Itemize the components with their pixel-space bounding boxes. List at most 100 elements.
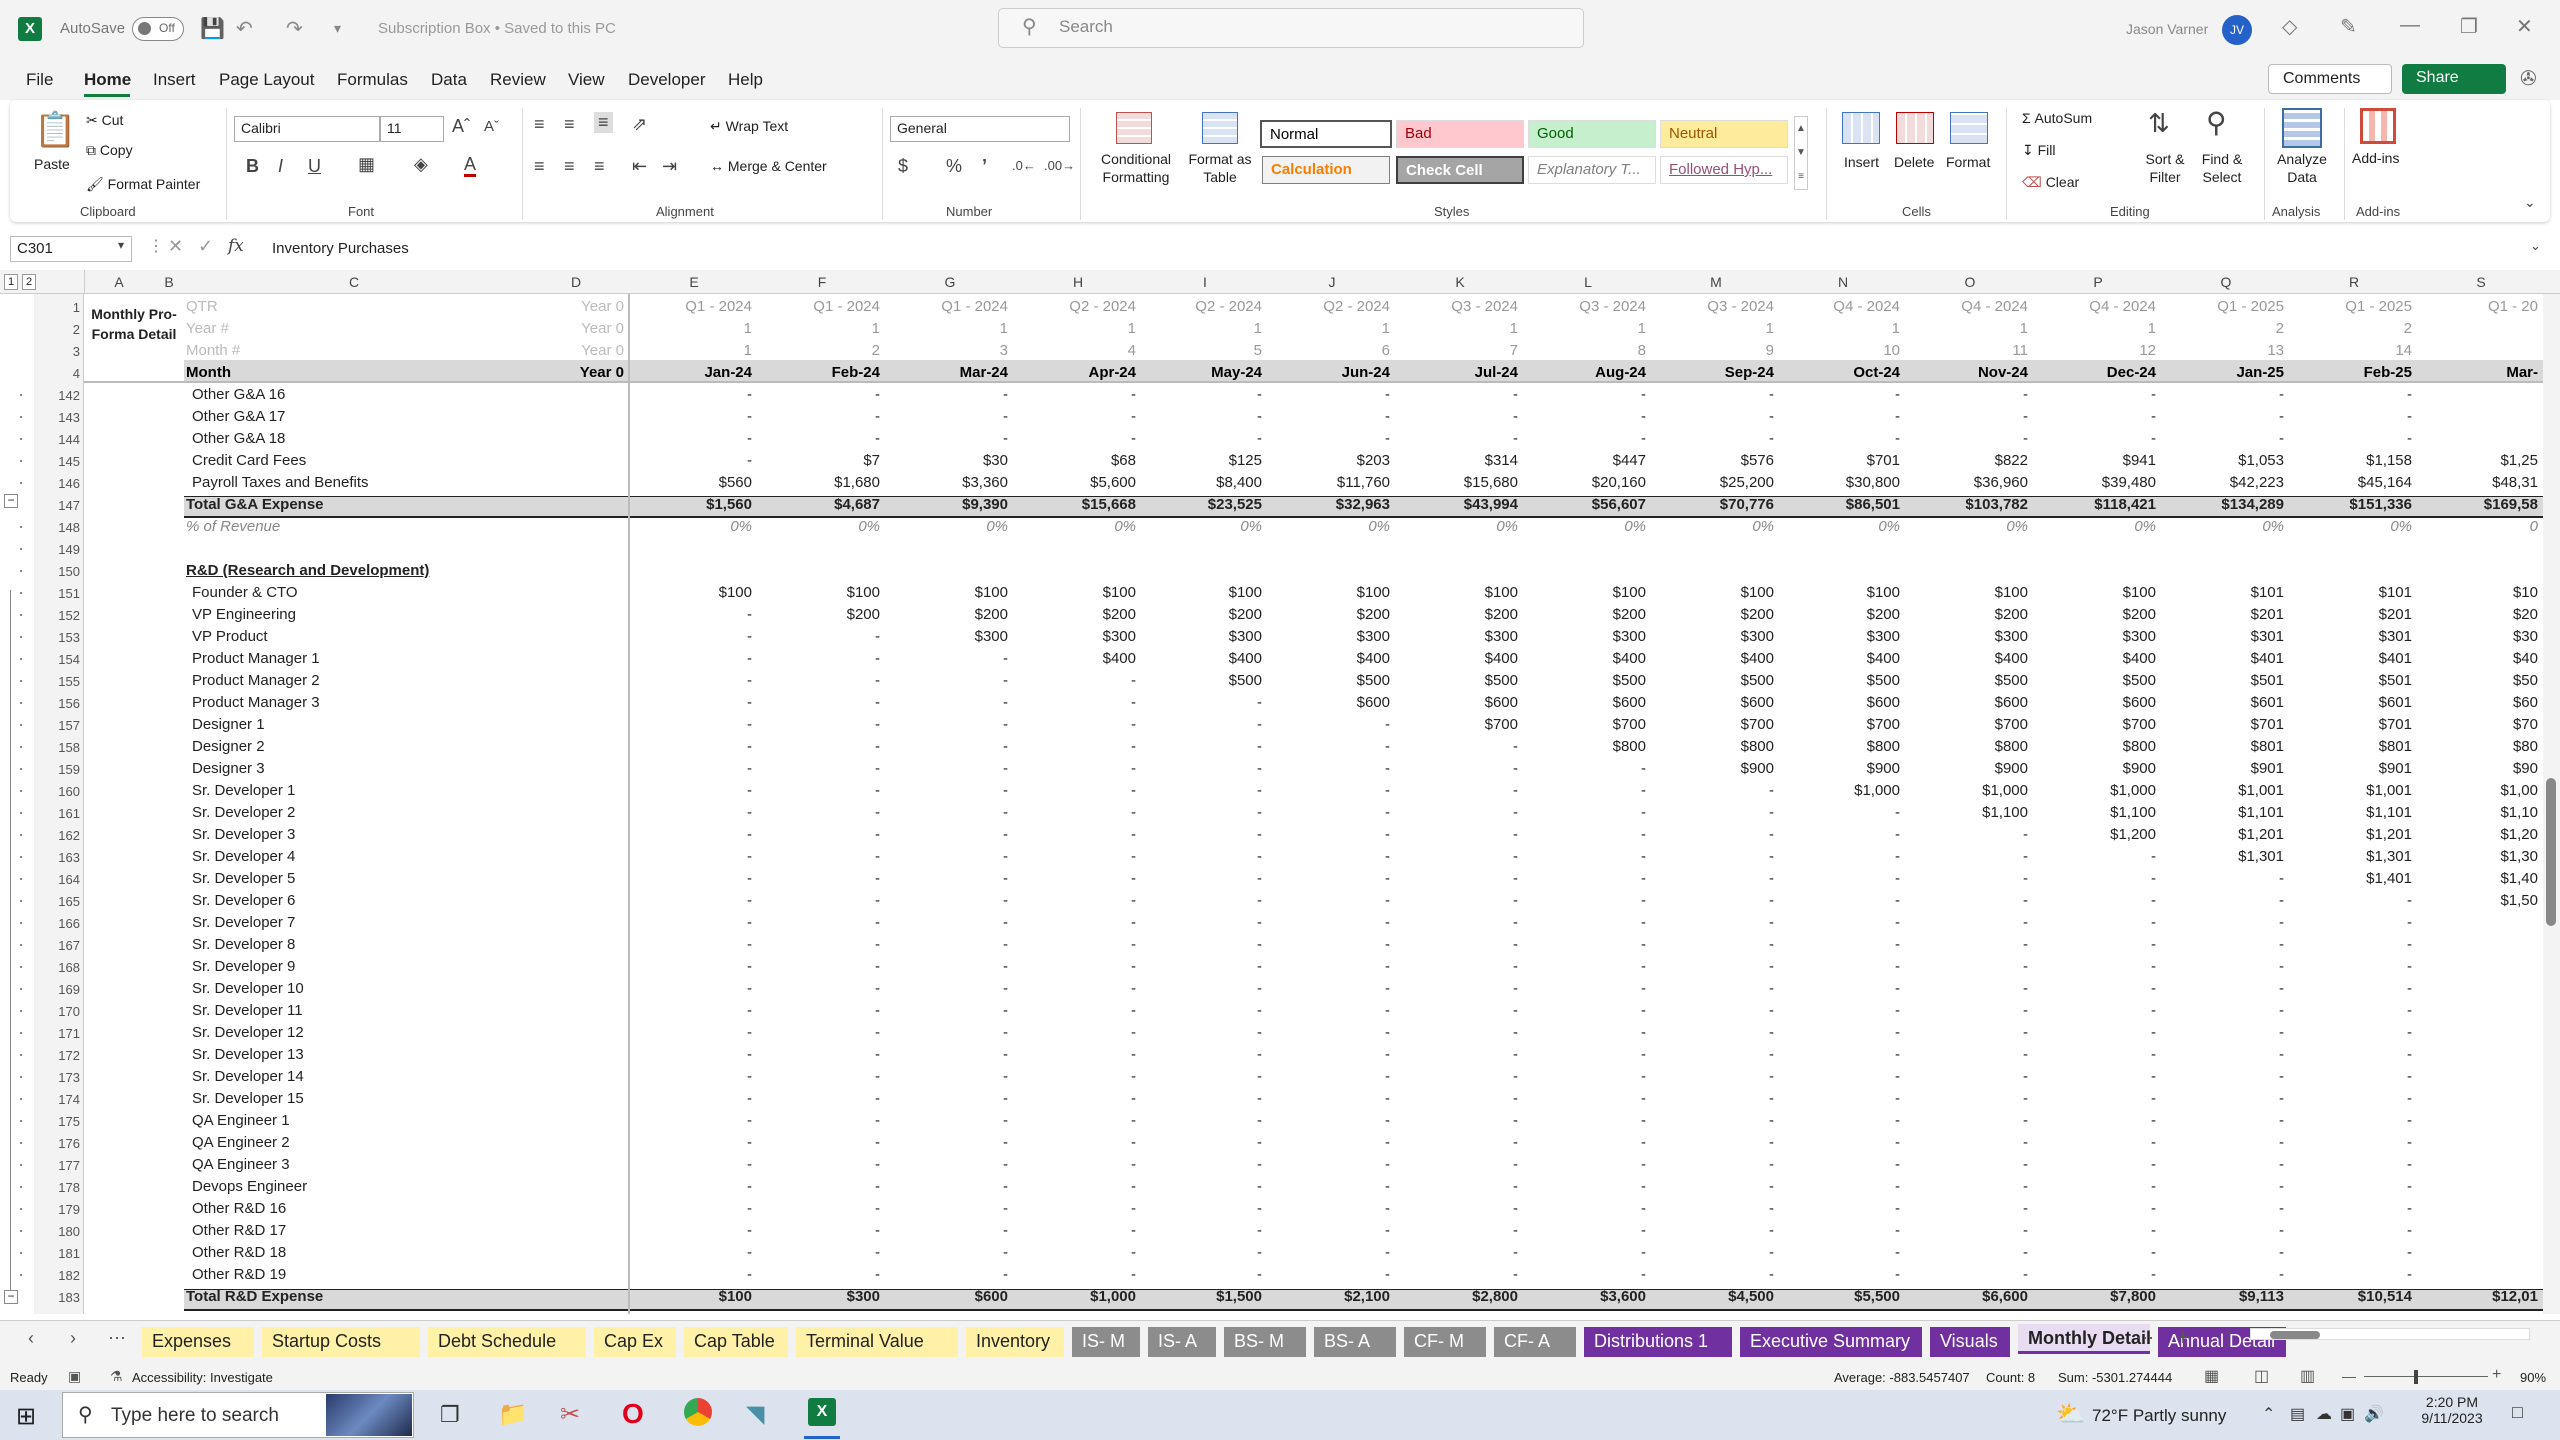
tab-home[interactable]: Home	[84, 70, 131, 90]
data-cell[interactable]: $300	[2034, 626, 2156, 648]
data-cell[interactable]: $500	[1396, 670, 1518, 692]
data-cell[interactable]: -	[758, 912, 880, 934]
data-cell[interactable]: $200	[1014, 604, 1136, 626]
notifications-icon[interactable]: □	[2512, 1402, 2523, 1423]
total-cell[interactable]: $3,600	[1524, 1286, 1646, 1308]
data-cell[interactable]: $300	[1014, 626, 1136, 648]
data-cell[interactable]: -	[1014, 406, 1136, 428]
data-cell[interactable]: $1,000	[2034, 780, 2156, 802]
fill-button[interactable]: ↧ Fill	[2022, 142, 2056, 159]
data-cell[interactable]: $601	[2290, 692, 2412, 714]
column-header-r[interactable]: R	[2290, 274, 2418, 290]
data-cell[interactable]: -	[1524, 824, 1646, 846]
data-cell[interactable]: -	[886, 1154, 1008, 1176]
data-cell[interactable]: -	[2290, 912, 2412, 934]
data-cell[interactable]: -	[2290, 1176, 2412, 1198]
taskbar-clock[interactable]: 2:20 PM 9/11/2023	[2414, 1394, 2490, 1426]
data-cell[interactable]: -	[1906, 868, 2028, 890]
data-cell[interactable]: $700	[1524, 714, 1646, 736]
data-cell[interactable]: $301	[2290, 626, 2412, 648]
format-cells-icon[interactable]	[1950, 112, 1988, 144]
next-sheet-icon[interactable]: ›	[70, 1328, 76, 1349]
more-sheets-icon[interactable]: ⋯	[108, 1328, 126, 1349]
row-number[interactable]: 178	[34, 1180, 80, 1195]
data-cell[interactable]: 0%	[1396, 516, 1518, 538]
data-cell[interactable]: -	[1268, 406, 1390, 428]
total-cell[interactable]: $6,600	[1906, 1286, 2028, 1308]
row-label[interactable]: Product Manager 3	[192, 692, 320, 714]
new-sheet-icon[interactable]: +	[2176, 1324, 2190, 1352]
data-cell[interactable]: -	[1652, 1044, 1774, 1066]
data-cell[interactable]: -	[1780, 868, 1900, 890]
data-cell[interactable]: -	[1524, 890, 1646, 912]
data-cell[interactable]: $39,480	[2034, 472, 2156, 494]
total-cell[interactable]: $103,782	[1906, 494, 2028, 516]
data-cell[interactable]: -	[1396, 1000, 1518, 1022]
data-cell[interactable]: -	[1396, 1154, 1518, 1176]
data-cell[interactable]: -	[1142, 736, 1262, 758]
data-cell[interactable]: -	[1652, 868, 1774, 890]
row-label[interactable]: Other R&D 16	[192, 1198, 286, 1220]
data-cell[interactable]: $1,000	[1906, 780, 2028, 802]
data-cell[interactable]: -	[2290, 406, 2412, 428]
data-cell[interactable]: $400	[1524, 648, 1646, 670]
data-cell[interactable]: -	[2290, 428, 2412, 450]
data-cell[interactable]: $1,680	[758, 472, 880, 494]
sheet-tab[interactable]: IS- M	[1072, 1327, 1140, 1357]
data-cell[interactable]: -	[758, 626, 880, 648]
data-cell[interactable]: -	[1780, 912, 1900, 934]
data-cell[interactable]: -	[1396, 1220, 1518, 1242]
data-cell[interactable]: -	[2290, 1220, 2412, 1242]
data-cell[interactable]: $314	[1396, 450, 1518, 472]
row-label[interactable]: Sr. Developer 4	[192, 846, 295, 868]
data-cell[interactable]: -	[1142, 1264, 1262, 1286]
data-cell[interactable]: $901	[2162, 758, 2284, 780]
data-cell[interactable]: -	[758, 736, 880, 758]
comma-icon[interactable]: ’	[982, 156, 987, 177]
style-followed-hyperlink[interactable]: Followed Hyp...	[1660, 156, 1788, 184]
data-cell[interactable]: -	[1142, 406, 1262, 428]
data-cell[interactable]: 0%	[630, 516, 752, 538]
sheet-tab[interactable]: Distributions 1	[1584, 1327, 1732, 1357]
data-cell[interactable]: $100	[1268, 582, 1390, 604]
sheet-tab[interactable]: Startup Costs	[262, 1327, 420, 1357]
data-cell[interactable]: -	[1652, 1242, 1774, 1264]
total-cell[interactable]: $15,668	[1014, 494, 1136, 516]
data-cell[interactable]: -	[1652, 956, 1774, 978]
data-cell[interactable]: -	[2162, 934, 2284, 956]
data-cell[interactable]: -	[1268, 780, 1390, 802]
data-cell[interactable]: -	[2034, 1176, 2156, 1198]
data-cell[interactable]: -	[1906, 1110, 2028, 1132]
search-highlight-image[interactable]	[326, 1394, 412, 1436]
data-cell[interactable]: -	[758, 956, 880, 978]
data-cell[interactable]: -	[1268, 1110, 1390, 1132]
data-cell[interactable]: -	[758, 934, 880, 956]
data-cell[interactable]: -	[1268, 1000, 1390, 1022]
total-cell[interactable]: $2,800	[1396, 1286, 1518, 1308]
data-cell[interactable]: -	[758, 1022, 880, 1044]
data-cell[interactable]: -	[1780, 1110, 1900, 1132]
data-cell[interactable]: -	[1524, 868, 1646, 890]
data-cell[interactable]: -	[1780, 802, 1900, 824]
column-header-s[interactable]: S	[2418, 274, 2544, 290]
data-cell[interactable]: -	[1396, 846, 1518, 868]
data-cell[interactable]: -	[2290, 1066, 2412, 1088]
data-cell[interactable]: -	[1396, 1044, 1518, 1066]
data-cell[interactable]: $500	[1524, 670, 1646, 692]
row-label[interactable]: Sr. Developer 15	[192, 1088, 304, 1110]
data-cell[interactable]: -	[1014, 1066, 1136, 1088]
data-cell[interactable]: $400	[1780, 648, 1900, 670]
data-cell[interactable]: -	[1652, 1176, 1774, 1198]
data-cell[interactable]: -	[886, 1044, 1008, 1066]
network-icon[interactable]: ▤	[2290, 1404, 2305, 1424]
restore-icon[interactable]: ❐	[2460, 14, 2478, 39]
data-cell[interactable]: -	[1268, 934, 1390, 956]
data-cell[interactable]: -	[1268, 824, 1390, 846]
zoom-level[interactable]: 90%	[2520, 1370, 2546, 1385]
copy-button[interactable]: ⧉ Copy	[86, 142, 133, 159]
data-cell[interactable]: -	[1524, 1088, 1646, 1110]
data-cell[interactable]: -	[1906, 1000, 2028, 1022]
data-cell[interactable]: -	[2162, 1198, 2284, 1220]
row-label[interactable]: Sr. Developer 14	[192, 1066, 304, 1088]
data-cell[interactable]: $900	[2034, 758, 2156, 780]
